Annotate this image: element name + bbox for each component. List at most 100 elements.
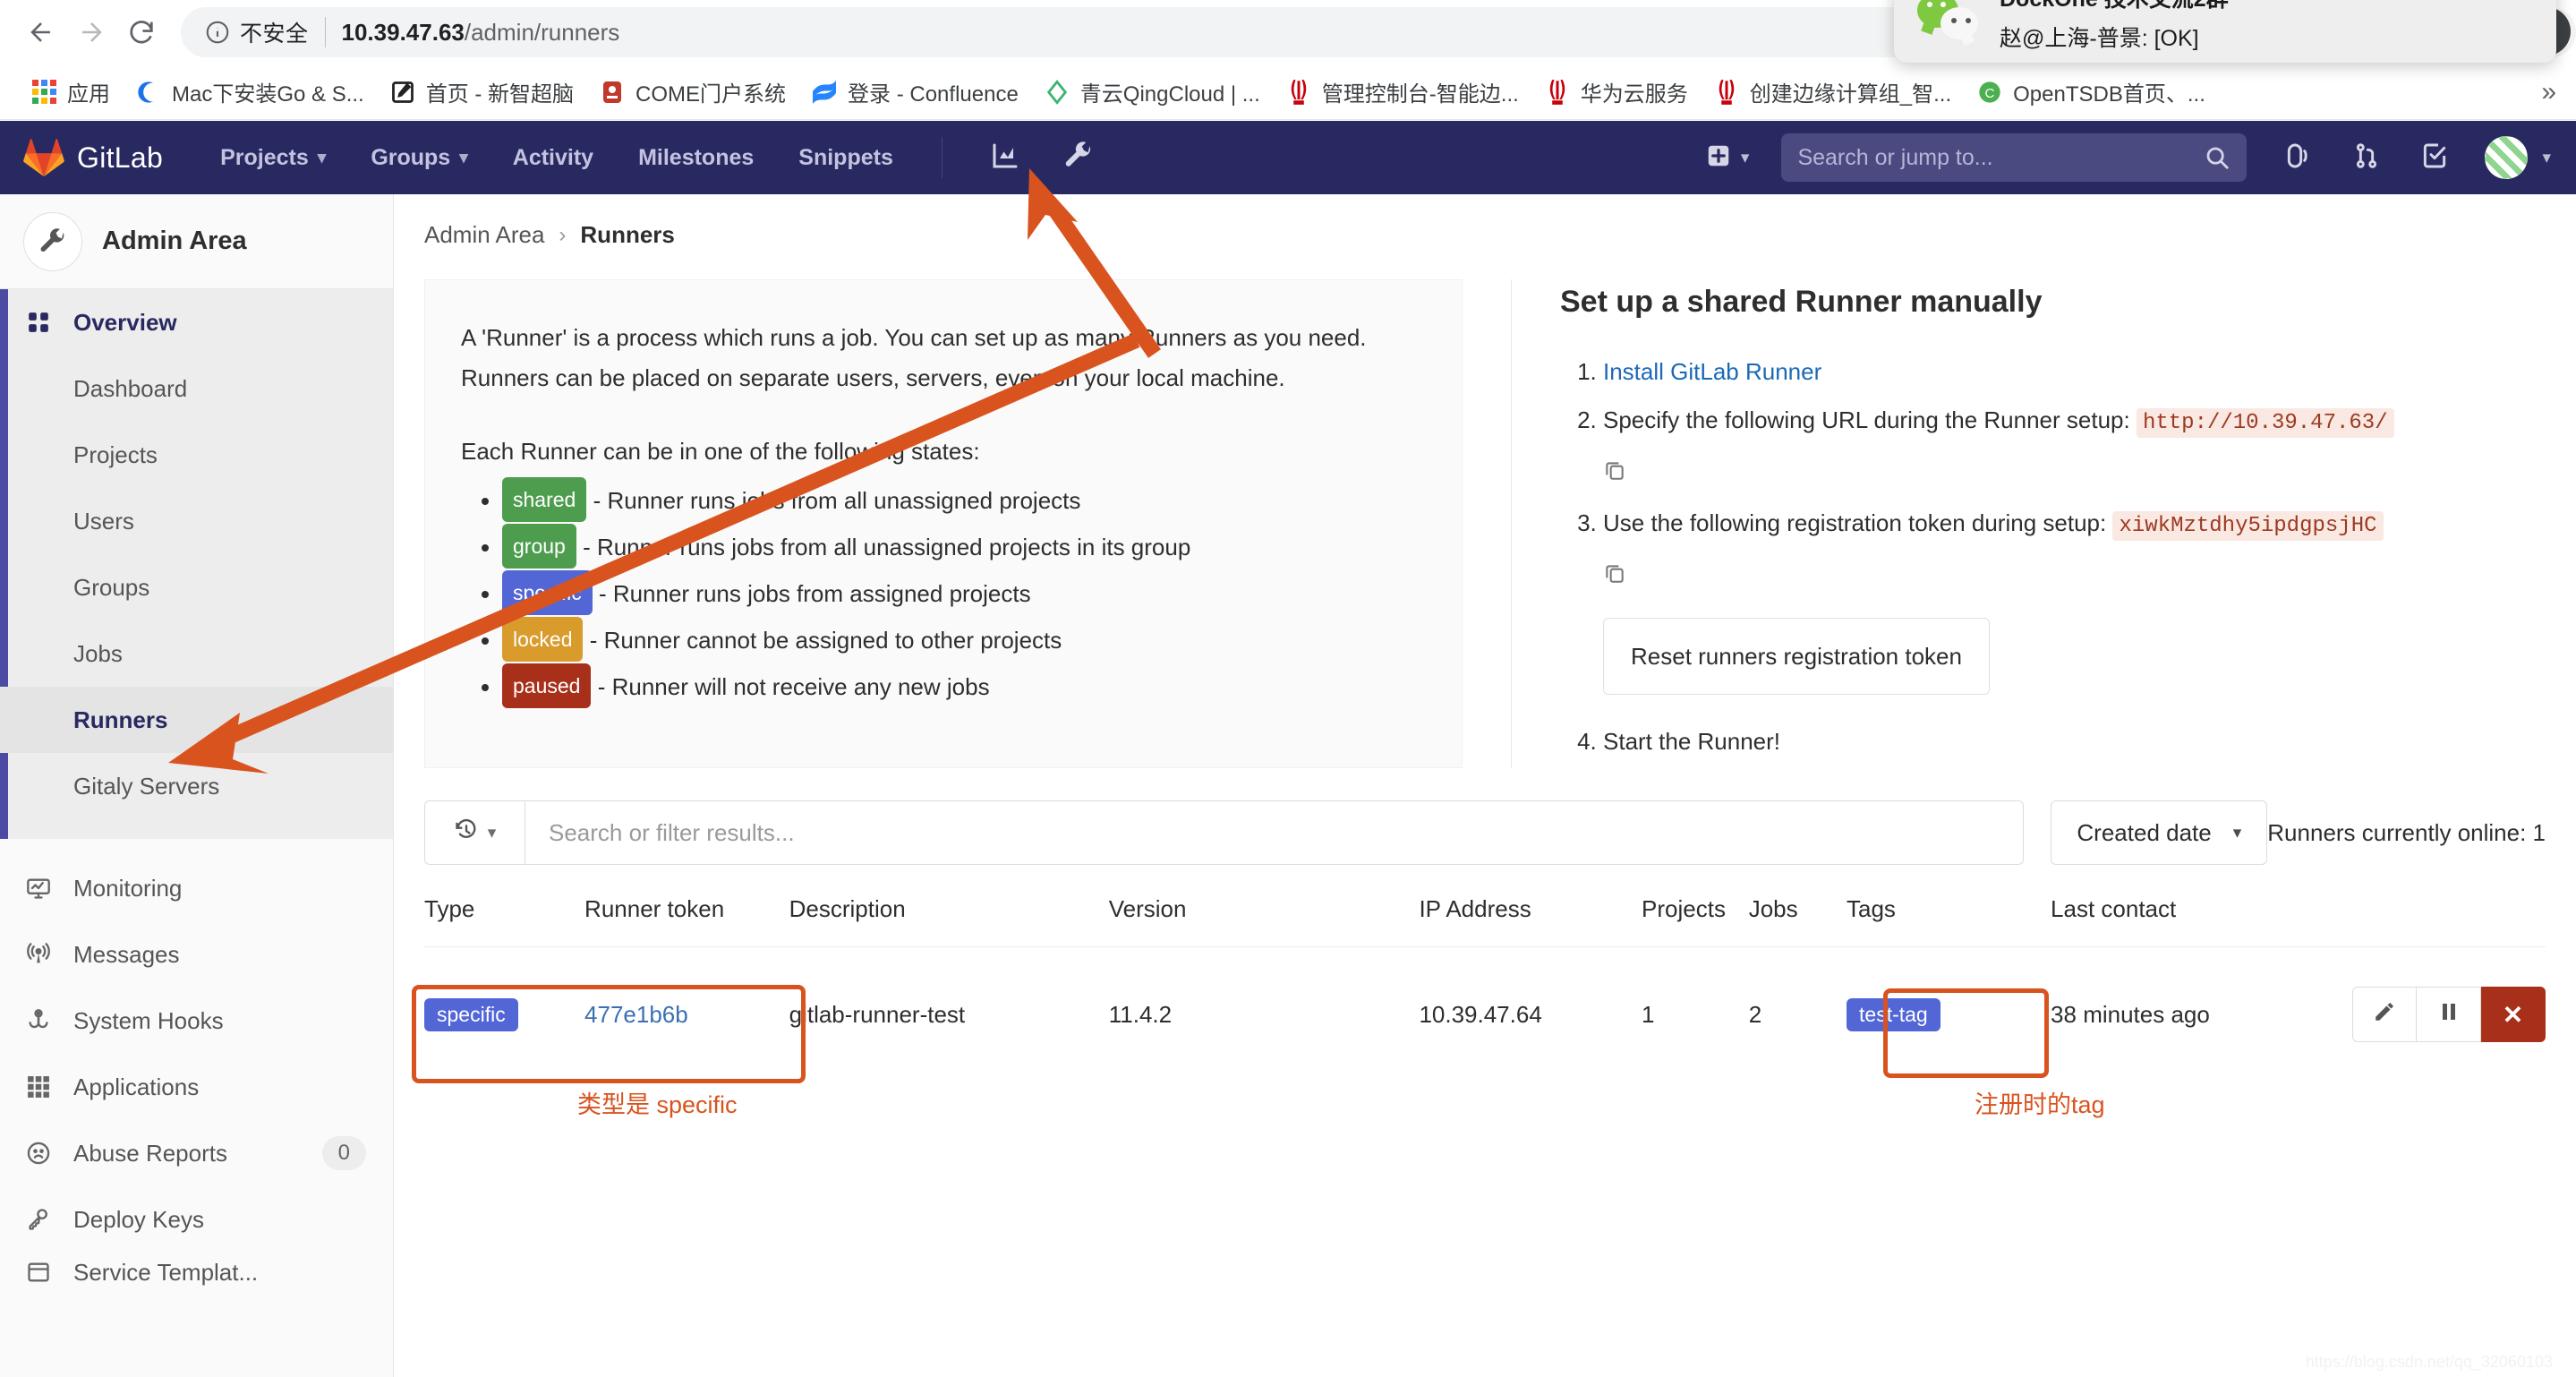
search-input[interactable]: Search or jump to... <box>1781 133 2248 182</box>
create-new-button[interactable]: ▾ <box>1693 135 1762 181</box>
sidebar-item-overview[interactable]: Overview <box>0 289 393 355</box>
remove-runner-button[interactable]: ✕ <box>2481 987 2546 1043</box>
recent-searches-button[interactable]: ▾ <box>424 800 525 866</box>
nav-projects[interactable]: Projects ▾ <box>200 136 345 180</box>
merge-requests-button[interactable] <box>2334 133 2399 184</box>
sidebar-item-deploy-keys[interactable]: Deploy Keys <box>0 1186 393 1253</box>
col-jobs[interactable]: Jobs <box>1748 895 1847 948</box>
issues-icon <box>2284 141 2313 175</box>
chevron-down-icon[interactable]: ▾ <box>2542 148 2551 168</box>
breadcrumb-root[interactable]: Admin Area <box>424 221 544 249</box>
bookmarks-overflow-button[interactable]: » <box>2541 77 2556 107</box>
nav-label: Projects <box>220 144 309 170</box>
cell-projects: 1 <box>1642 1000 1655 1028</box>
edit-runner-button[interactable] <box>2352 987 2417 1043</box>
back-button[interactable] <box>16 7 66 57</box>
runner-url-code[interactable]: http://10.39.47.63/ <box>2136 408 2394 439</box>
sidebar-item-monitoring[interactable]: Monitoring <box>0 855 393 921</box>
gitlab-home-link[interactable]: GitLab <box>0 138 163 177</box>
search-filter-input[interactable]: Search or filter results... <box>525 800 2025 866</box>
step3-text: Use the following registration token dur… <box>1603 509 2107 536</box>
reset-runners-registration-token-button[interactable]: Reset runners registration token <box>1603 618 1990 696</box>
col-type[interactable]: Type <box>424 895 585 948</box>
sidebar-item-label: Monitoring <box>73 874 183 902</box>
runner-token-link[interactable]: 477e1b6b <box>584 1001 688 1028</box>
notification-title: DockOne 技术交流2群 <box>2000 0 2229 13</box>
col-description[interactable]: Description <box>789 895 1109 948</box>
analytics-button[interactable] <box>971 131 1039 185</box>
nav-activity[interactable]: Activity <box>493 136 613 180</box>
forward-button[interactable] <box>66 7 116 57</box>
admin-area-button[interactable] <box>1045 131 1113 185</box>
cell-jobs: 2 <box>1748 1000 1762 1028</box>
sidebar-item-system-hooks[interactable]: System Hooks <box>0 988 393 1054</box>
copy-icon[interactable] <box>1603 452 1626 495</box>
wechat-notification-toast[interactable]: DockOne 技术交流2群 赵@上海-普景: [OK] <box>1894 0 2556 63</box>
sidebar-item-abuse-reports[interactable]: Abuse Reports 0 <box>0 1120 393 1186</box>
bookmark-mac-go[interactable]: Mac下安装Go & S... <box>123 71 377 113</box>
registration-token-code[interactable]: xiwkMztdhy5ipdgpsjHC <box>2112 510 2384 541</box>
nav-groups[interactable]: Groups ▾ <box>351 136 487 180</box>
bookmark-come[interactable]: COME门户系统 <box>586 71 798 113</box>
sidebar-item-runners[interactable]: Runners <box>0 687 393 753</box>
sidebar-item-messages[interactable]: Messages <box>0 921 393 988</box>
sidebar-item-label: Service Templat... <box>73 1258 259 1286</box>
col-runner-token[interactable]: Runner token <box>584 895 789 948</box>
step2-text: Specify the following URL during the Run… <box>1603 406 2130 434</box>
pause-runner-button[interactable] <box>2417 987 2481 1043</box>
sidebar-header[interactable]: Admin Area <box>0 194 393 289</box>
todos-icon <box>2420 141 2449 175</box>
bookmark-huawei-cloud[interactable]: 华为云服务 <box>1531 71 1701 113</box>
reload-button[interactable] <box>116 7 166 57</box>
list-item: group - Runner runs jobs from all unassi… <box>502 524 1426 570</box>
huawei-icon <box>1285 79 1312 106</box>
bookmark-label: 青云QingCloud | ... <box>1079 82 1260 107</box>
sidebar-item-applications[interactable]: Applications <box>0 1054 393 1120</box>
sidebar-item-projects[interactable]: Projects <box>0 422 393 488</box>
sidebar-item-jobs[interactable]: Jobs <box>0 620 393 687</box>
browser-chrome: 不安全 10.39.47.63/admin/runners 应用 Mac下安装G… <box>0 0 2576 121</box>
site-info-icon[interactable] <box>204 19 231 46</box>
state-badge-specific: specific <box>502 569 593 616</box>
merge-requests-icon <box>2352 141 2381 175</box>
col-version[interactable]: Version <box>1108 895 1420 948</box>
bookmark-label: OpenTSDB首页、... <box>2013 82 2205 107</box>
list-item: locked - Runner cannot be assigned to ot… <box>502 616 1426 663</box>
runner-tag-badge[interactable]: test-tag <box>1847 997 1941 1031</box>
watermark: https://blog.csdn.net/qq_32060103 <box>2305 1353 2553 1371</box>
setup-runner-panel: Set up a shared Runner manually Install … <box>1560 279 2546 768</box>
sidebar-item-groups[interactable]: Groups <box>0 554 393 620</box>
install-gitlab-runner-link[interactable]: Install GitLab Runner <box>1603 358 1821 385</box>
copy-icon[interactable] <box>1603 555 1626 598</box>
todos-button[interactable] <box>2402 133 2467 184</box>
nav-milestones[interactable]: Milestones <box>618 136 773 180</box>
bookmark-label: 管理控制台-智能边... <box>1321 82 1519 107</box>
table-row[interactable]: specific 477e1b6b gitlab-runner-test 11.… <box>424 947 2546 1082</box>
bookmark-edge-group[interactable]: 创建边缘计算组_智... <box>1701 71 1964 113</box>
issues-button[interactable] <box>2266 133 2331 184</box>
runner-type-badge: specific <box>424 997 518 1031</box>
bookmark-apps[interactable]: 应用 <box>18 71 123 113</box>
state-desc: - Runner will not receive any new jobs <box>597 672 990 700</box>
bookmark-opentsdb[interactable]: C OpenTSDB首页、... <box>1964 71 2218 113</box>
abuse-reports-count-badge: 0 <box>321 1136 366 1170</box>
user-avatar[interactable] <box>2485 136 2529 179</box>
col-last-contact[interactable]: Last contact <box>2051 895 2352 948</box>
col-projects[interactable]: Projects <box>1642 895 1749 948</box>
sidebar-item-users[interactable]: Users <box>0 488 393 554</box>
sidebar-item-dashboard[interactable]: Dashboard <box>0 355 393 422</box>
col-ip-address[interactable]: IP Address <box>1419 895 1642 948</box>
monitor-icon <box>23 876 54 901</box>
col-tags[interactable]: Tags <box>1847 895 2051 948</box>
sidebar-item-gitaly-servers[interactable]: Gitaly Servers <box>0 753 393 819</box>
bookmark-huawei-console[interactable]: 管理控制台-智能边... <box>1273 71 1531 113</box>
sort-dropdown[interactable]: Created date ▾ <box>2051 800 2268 866</box>
runners-table: Type Runner token Description Version IP… <box>424 895 2546 1082</box>
bookmark-xinzhi[interactable]: 首页 - 新智超脑 <box>377 71 586 113</box>
bookmark-qingcloud[interactable]: 青云QingCloud | ... <box>1031 71 1273 113</box>
nav-snippets[interactable]: Snippets <box>779 136 913 180</box>
bookmark-label: 首页 - 新智超脑 <box>425 82 575 107</box>
sidebar-item-service-templates[interactable]: Service Templat... <box>0 1253 393 1292</box>
panel-divider <box>1511 279 1512 769</box>
bookmark-confluence[interactable]: 登录 - Confluence <box>798 71 1031 113</box>
